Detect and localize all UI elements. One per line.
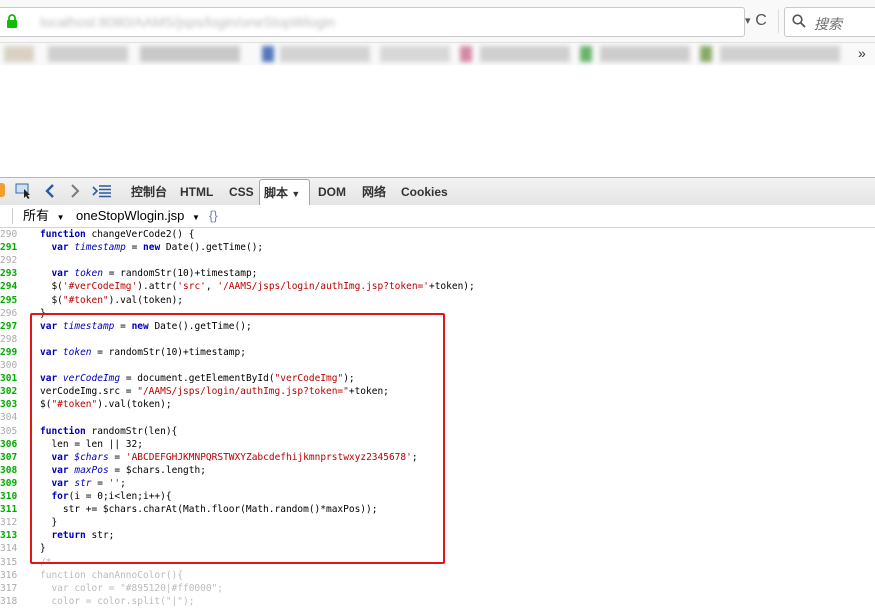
line-number[interactable]: 298 [0, 333, 17, 346]
url-text: localhost:8080/AAMS/jsps/login/oneStopWl… [40, 14, 335, 30]
bookmark-item[interactable] [480, 46, 570, 62]
breakpoint-line-number[interactable]: 311 [0, 503, 17, 516]
tab-script-label: 脚本 [264, 186, 289, 200]
breakpoint-line-number[interactable]: 299 [0, 346, 17, 359]
breakpoint-line-number[interactable]: 308 [0, 464, 17, 477]
history-dropdown-icon[interactable]: ▾ [745, 14, 751, 27]
bookmark-item[interactable] [600, 46, 690, 62]
script-filter-dropdown[interactable]: 所有 ▼ [23, 208, 65, 226]
script-file-selector[interactable]: oneStopWlogin.jsp ▼ [76, 208, 200, 226]
breakpoint-line-number[interactable]: 313 [0, 529, 17, 542]
code-text: var timestamp = new Date().getTime(); [51, 242, 264, 254]
code-line[interactable]: 316 function chanAnnoColor(){ [0, 569, 875, 582]
code-text: function changeVerCode2() { [40, 229, 195, 240]
breakpoint-line-number[interactable]: 306 [0, 438, 17, 451]
tab-console[interactable]: 控制台 [127, 182, 171, 204]
code-line[interactable]: 292 [0, 254, 875, 267]
line-number[interactable]: 304 [0, 411, 17, 424]
line-number[interactable]: 296 [0, 307, 17, 320]
line-number[interactable]: 315 [0, 556, 17, 569]
line-number[interactable]: 317 [0, 582, 17, 595]
script-filter-label: 所有 [23, 208, 50, 223]
bookmark-item[interactable] [460, 46, 472, 62]
breakpoint-line-number[interactable]: 307 [0, 451, 17, 464]
tab-script-dropdown-icon[interactable]: ▼ [291, 189, 300, 199]
firebug-toolbar: 控制台 HTML CSS 脚本 ▼ DOM 网络 Cookies [0, 177, 875, 206]
script-panel-toolbar: 所有 ▼ oneStopWlogin.jsp ▼ {} [0, 205, 875, 228]
chevron-down-icon: ▼ [192, 213, 200, 222]
breakpoint-line-number[interactable]: 293 [0, 267, 17, 280]
code-text: function chanAnnoColor(){ [40, 569, 183, 581]
chevron-down-icon: ▼ [56, 213, 65, 222]
highlight-annotation-box [30, 313, 445, 564]
bookmark-item[interactable] [700, 46, 712, 62]
bookmark-item[interactable] [262, 46, 274, 62]
tab-css[interactable]: CSS [225, 182, 258, 204]
bookmark-item[interactable] [140, 46, 240, 62]
bookmark-item[interactable] [48, 46, 128, 62]
tab-cookies[interactable]: Cookies [397, 182, 452, 204]
bookmark-item[interactable] [380, 46, 450, 62]
lock-icon [7, 14, 17, 28]
line-number[interactable]: 305 [0, 425, 17, 438]
address-bar[interactable]: localhost:8080/AAMS/jsps/login/oneStopWl… [0, 7, 745, 37]
pretty-print-button[interactable]: {} [209, 208, 218, 224]
script-file-label: oneStopWlogin.jsp [76, 208, 185, 223]
line-number[interactable]: 300 [0, 359, 17, 372]
breakpoint-line-number[interactable]: 302 [0, 385, 17, 398]
bookmark-item[interactable] [4, 46, 34, 62]
bookmark-item[interactable] [720, 46, 840, 62]
code-text: $('#verCodeImg').attr('src', '/AAMS/jsps… [40, 281, 475, 293]
code-line[interactable]: 295 $("#token").val(token); [0, 294, 875, 307]
breakpoint-line-number[interactable]: 310 [0, 490, 17, 503]
back-icon[interactable] [40, 181, 60, 201]
tab-net[interactable]: 网络 [358, 182, 390, 204]
code-text: $("#token").val(token); [40, 294, 184, 306]
breakpoint-line-number[interactable]: 291 [0, 241, 17, 254]
line-number[interactable]: 292 [0, 254, 17, 267]
bookmarks-bar: » [0, 43, 875, 65]
forward-icon[interactable] [65, 181, 85, 201]
line-number[interactable]: 312 [0, 516, 17, 529]
code-line[interactable]: 290 function changeVerCode2() { [0, 228, 875, 241]
browser-toolbar: localhost:8080/AAMS/jsps/login/oneStopWl… [0, 0, 875, 43]
search-input[interactable]: 搜索 [784, 7, 875, 37]
bookmark-item[interactable] [580, 46, 592, 62]
code-text: var color = "#895120|#ff0000"; [40, 582, 224, 594]
code-text: var token = randomStr(10)+timestamp; [51, 268, 258, 280]
breakpoint-line-number[interactable]: 303 [0, 398, 17, 411]
breakpoint-line-number[interactable]: 295 [0, 294, 17, 307]
tab-html[interactable]: HTML [176, 182, 217, 204]
code-line[interactable]: 318 color = color.split("|"); [0, 595, 875, 608]
code-line[interactable]: 293 var token = randomStr(10)+timestamp; [0, 267, 875, 280]
line-number[interactable]: 290 [0, 228, 17, 241]
code-line[interactable]: 294 $('#verCodeImg').attr('src', '/AAMS/… [0, 280, 875, 293]
inspect-element-icon[interactable] [14, 181, 34, 201]
breakpoint-line-number[interactable]: 294 [0, 280, 17, 293]
breakpoint-line-number[interactable]: 297 [0, 320, 17, 333]
toolbar-divider [12, 208, 13, 224]
bookmark-item[interactable] [280, 46, 370, 62]
breakpoint-line-number[interactable]: 301 [0, 372, 17, 385]
tab-script[interactable]: 脚本 ▼ [259, 179, 310, 206]
reload-icon[interactable]: C [752, 12, 770, 30]
search-placeholder: 搜索 [814, 16, 842, 32]
line-number[interactable]: 316 [0, 569, 17, 582]
command-line-icon[interactable] [92, 181, 112, 201]
line-number[interactable]: 314 [0, 542, 17, 555]
bookmarks-overflow-button[interactable]: » [858, 45, 866, 61]
code-text: color = color.split("|"); [40, 595, 195, 607]
code-line[interactable]: 317 var color = "#895120|#ff0000"; [0, 582, 875, 595]
code-line[interactable]: 291 var timestamp = new Date().getTime()… [0, 241, 875, 254]
toolbar-divider [778, 9, 779, 33]
search-icon [792, 14, 806, 28]
firebug-logo-icon[interactable] [0, 183, 5, 197]
breakpoint-line-number[interactable]: 309 [0, 477, 17, 490]
tab-dom[interactable]: DOM [314, 182, 350, 204]
line-number[interactable]: 318 [0, 595, 17, 608]
